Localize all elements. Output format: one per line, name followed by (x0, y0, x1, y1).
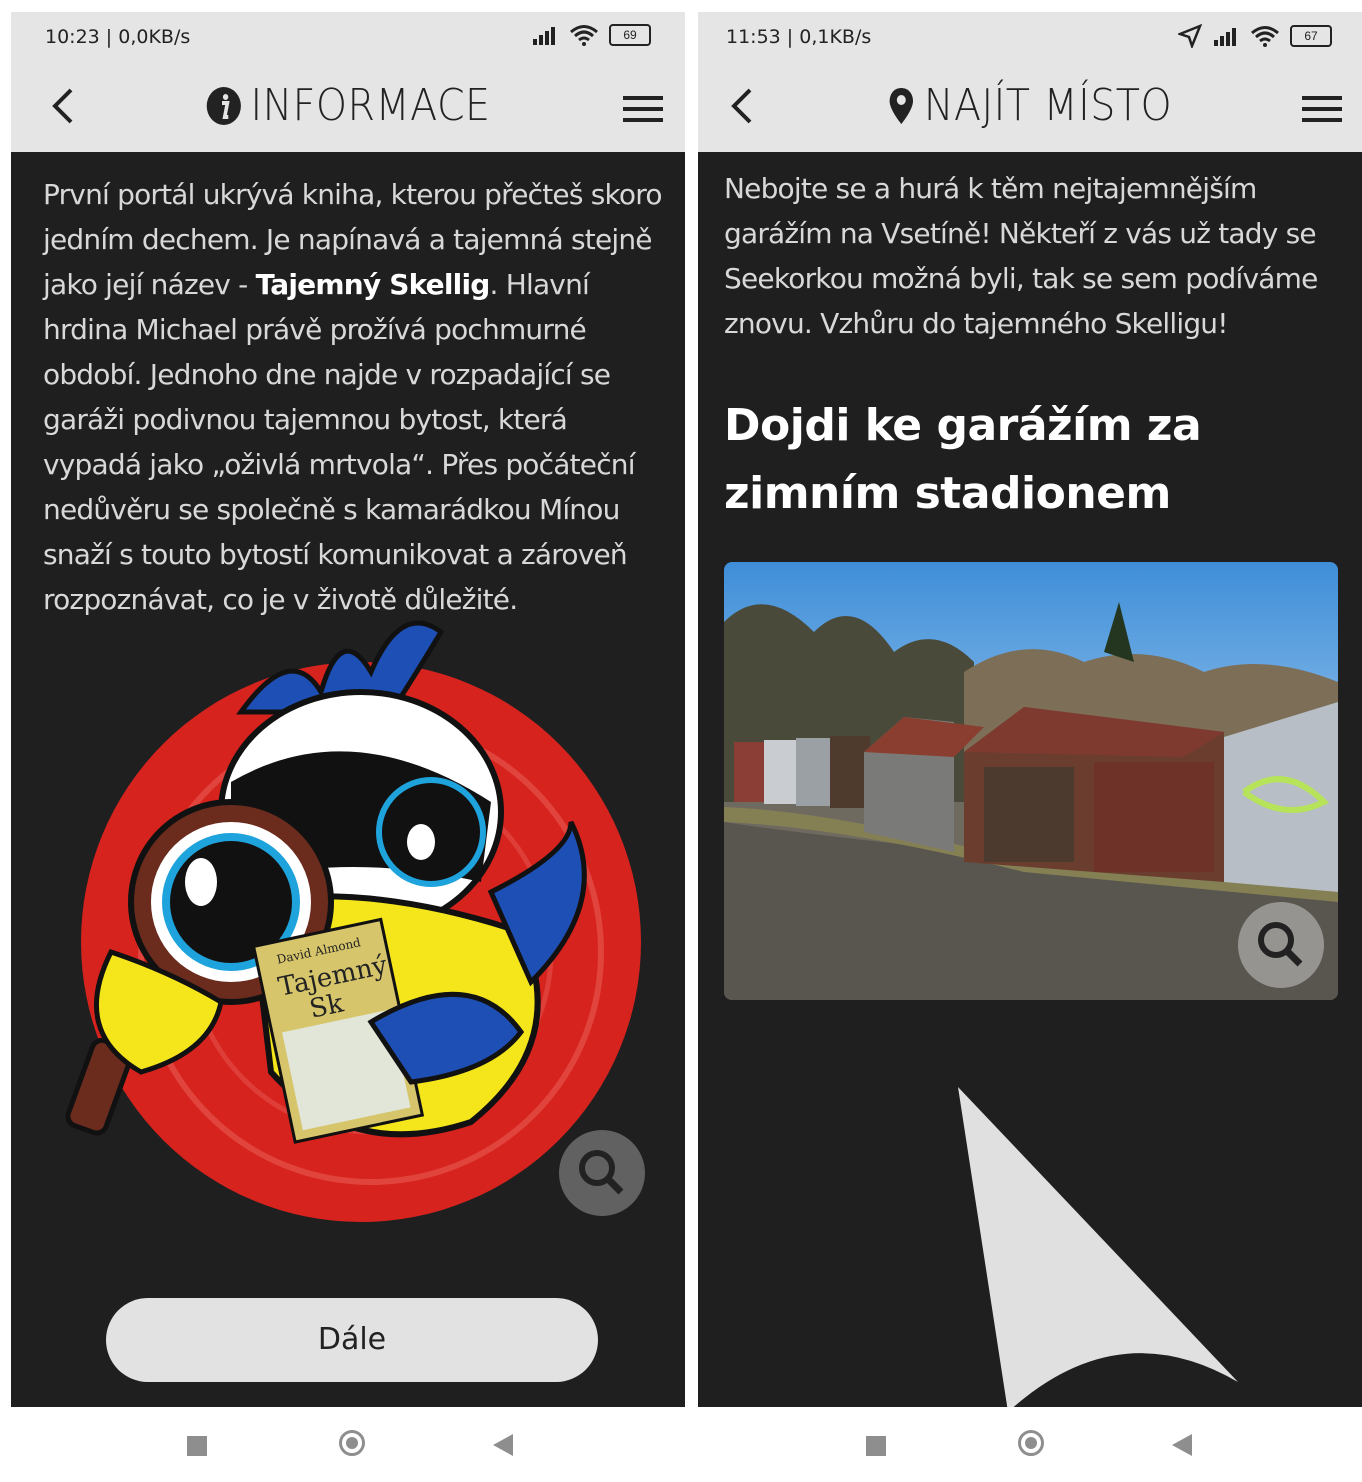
zoom-image-button[interactable] (1238, 902, 1324, 988)
zoom-image-button[interactable] (559, 1130, 645, 1216)
app-bar: INFORMACE (11, 60, 685, 152)
page-title-text: NAJÍT MÍSTO (923, 80, 1173, 131)
system-back-icon[interactable] (1172, 1434, 1192, 1456)
signal-icon (1214, 28, 1236, 46)
phone-screen-najit-misto: 11:53 | 0,1KB/s 67 NAJÍT MÍSTO Nebojte s… (698, 12, 1362, 1407)
compass-arrow-icon (958, 1087, 1238, 1407)
page-title: NAJÍT MÍSTO (731, 80, 1329, 131)
location-pin-icon (889, 87, 914, 124)
description-part-2: . Hlavní hrdina Michael právě prožívá po… (43, 268, 636, 616)
battery-level: 67 (1304, 29, 1318, 43)
battery-level: 69 (623, 28, 637, 42)
task-heading: Dojdi ke garážím za zimním stadionem (724, 400, 1202, 519)
app-bar: NAJÍT MÍSTO (698, 60, 1362, 152)
status-bar: 11:53 | 0,1KB/s 67 (698, 12, 1362, 60)
home-icon[interactable] (339, 1430, 365, 1456)
status-bar: 10:23 | 0,0KB/s 69 (11, 12, 685, 60)
battery-icon: 67 (1290, 25, 1332, 47)
hamburger-menu-icon[interactable] (623, 94, 663, 124)
phone-screen-informace: 10:23 | 0,0KB/s 69 INFORMACE První portá… (11, 12, 685, 1407)
system-nav-bar-left (11, 1408, 685, 1482)
hamburger-menu-icon[interactable] (1302, 94, 1342, 124)
page-title-text: INFORMACE (250, 80, 491, 131)
magnifier-icon (579, 1150, 624, 1195)
intro-text: Nebojte se a hurá k těm nejtajemnějším g… (724, 172, 1318, 340)
book-description: První portál ukrývá kniha, kterou přečte… (43, 172, 663, 622)
wifi-icon (1251, 26, 1279, 47)
next-button[interactable]: Dále (106, 1298, 598, 1382)
book-title-bold: Tajemný Skellig (255, 268, 491, 301)
recent-apps-icon[interactable] (866, 1436, 886, 1456)
battery-icon: 69 (609, 24, 651, 46)
status-time: 10:23 | 0,0KB/s (45, 26, 191, 48)
magnifier-icon (1258, 922, 1303, 967)
signal-icon (533, 27, 555, 45)
info-icon (206, 86, 241, 125)
location-arrow-icon (1178, 24, 1202, 48)
system-back-icon[interactable] (493, 1434, 513, 1456)
home-icon[interactable] (1018, 1430, 1044, 1456)
wifi-icon (570, 25, 598, 46)
recent-apps-icon[interactable] (187, 1436, 207, 1456)
system-nav-bar-right (698, 1408, 1362, 1482)
status-time: 11:53 | 0,1KB/s (726, 26, 872, 48)
page-title: INFORMACE (45, 80, 652, 131)
